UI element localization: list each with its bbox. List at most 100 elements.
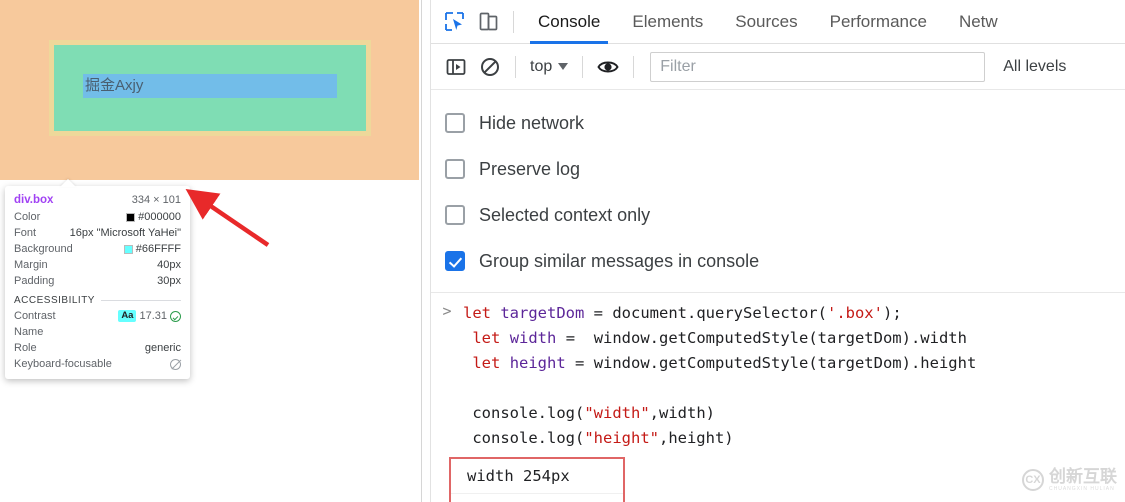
- code-var-width: width: [509, 329, 557, 347]
- tab-console-label: Console: [538, 11, 601, 31]
- inspect-color-hex: #000000: [138, 211, 181, 223]
- annotation-arrow-icon: [185, 188, 270, 247]
- chevron-down-icon: [558, 63, 569, 70]
- tab-sources-label: Sources: [735, 11, 798, 31]
- contrast-pass-check-icon: [170, 310, 181, 322]
- inspect-row-font: Font 16px "Microsoft YaHei": [14, 225, 181, 241]
- device-toolbar-icon: [479, 12, 497, 31]
- inspect-key-color: Color: [14, 211, 41, 223]
- inspect-card-header: div.box 334 × 101: [14, 192, 181, 208]
- code-string-height: "height": [584, 429, 659, 447]
- accessibility-key-role: Role: [14, 342, 37, 354]
- pane-divider[interactable]: [421, 0, 422, 502]
- code-call-log-height: console.log(: [472, 429, 585, 447]
- code-string-width: "width": [584, 404, 650, 422]
- console-sidebar-button[interactable]: [439, 50, 473, 84]
- clear-console-button[interactable]: [473, 50, 507, 84]
- console-filter-input[interactable]: Filter: [650, 51, 986, 82]
- code-tail-1: );: [882, 304, 902, 322]
- inspect-value-padding: 30px: [157, 275, 181, 287]
- inspect-element-button[interactable]: [437, 5, 471, 39]
- inspect-value-font: 16px "Microsoft YaHei": [69, 227, 181, 239]
- tab-network[interactable]: Netw: [943, 0, 1014, 44]
- color-swatch-icon: [126, 212, 136, 222]
- inspect-key-padding: Padding: [14, 275, 55, 287]
- console-input-entry[interactable]: > let targetDom = document.querySelector…: [431, 301, 1125, 451]
- console-sidebar-icon: [446, 58, 466, 75]
- accessibility-row-name: Name: [14, 324, 181, 340]
- preserve-log-label: Preserve log: [479, 158, 581, 179]
- inspect-selector: div.box: [14, 194, 54, 206]
- contrast-aa-chip: Aa: [118, 310, 137, 322]
- tab-network-label: Netw: [958, 11, 998, 31]
- code-var-targetdom: targetDom: [500, 304, 585, 322]
- screenshot-root: 掘金Axjy div.box 334 × 101 Color #000000 F…: [0, 0, 1125, 502]
- setting-selected-context-only[interactable]: Selected context only: [445, 192, 1125, 238]
- code-tail-5: ,height): [658, 429, 734, 447]
- setting-group-similar[interactable]: Group similar messages in console: [445, 238, 1125, 284]
- setting-hide-network[interactable]: Hide network: [445, 100, 1125, 146]
- inspect-row-background: Background #66FFFF: [14, 241, 181, 257]
- inspect-value-color: #000000: [126, 209, 181, 225]
- console-result-row-height: height 21px: [451, 494, 623, 502]
- not-focusable-icon: [170, 358, 181, 370]
- device-toolbar-button[interactable]: [471, 5, 505, 39]
- selected-context-only-checkbox[interactable]: [445, 205, 465, 225]
- console-prompt-icon: >: [442, 302, 452, 320]
- console-filter-toolbar: top Filter All levels: [431, 44, 1125, 90]
- hide-network-checkbox[interactable]: [445, 113, 465, 133]
- inspect-row-padding: Padding 30px: [14, 273, 181, 289]
- tab-elements-label: Elements: [632, 11, 704, 31]
- execution-context-label: top: [530, 57, 553, 75]
- element-inspect-card: div.box 334 × 101 Color #000000 Font 16p…: [5, 186, 190, 379]
- selected-context-only-label: Selected context only: [479, 204, 651, 225]
- inspect-row-margin: Margin 40px: [14, 257, 181, 273]
- devtools-tabstrip: Console Elements Sources Performance Net…: [431, 0, 1125, 44]
- console-settings-panel: Hide network Preserve log Selected conte…: [431, 90, 1125, 293]
- code-string-boxselector: '.box': [826, 304, 883, 322]
- tab-sources[interactable]: Sources: [719, 0, 813, 44]
- execution-context-dropdown[interactable]: top: [524, 58, 574, 76]
- inspect-dimensions: 334 × 101: [131, 194, 181, 206]
- highlight-text-box: 掘金Axjy: [83, 74, 337, 98]
- filterbar-separator-1: [515, 55, 516, 78]
- code-var-height: height: [509, 354, 566, 372]
- code-tail-4: ,width): [649, 404, 715, 422]
- inspect-key-font: Font: [14, 227, 37, 239]
- accessibility-key-focusable: Keyboard-focusable: [14, 358, 112, 370]
- tab-console[interactable]: Console: [522, 0, 616, 44]
- filterbar-separator-2: [582, 55, 584, 78]
- inspect-element-icon: [444, 12, 464, 31]
- console-result-box: width 254px height 21px: [449, 457, 625, 502]
- inspect-card-pointer-icon: [60, 179, 76, 187]
- group-similar-checkbox[interactable]: [445, 251, 465, 271]
- log-level-dropdown[interactable]: All levels: [1003, 58, 1066, 76]
- tab-elements[interactable]: Elements: [616, 0, 719, 44]
- inspect-value-background: #66FFFF: [123, 241, 181, 257]
- setting-preserve-log[interactable]: Preserve log: [445, 146, 1125, 192]
- contrast-ratio: 17.31: [139, 310, 167, 322]
- log-level-label: All levels: [1003, 57, 1067, 75]
- accessibility-heading-label: ACCESSIBILITY: [14, 295, 95, 306]
- filterbar-separator-3: [633, 55, 635, 78]
- result-width-label: width: [467, 467, 514, 485]
- preserve-log-checkbox[interactable]: [445, 159, 465, 179]
- code-keyword-let-1: let: [463, 304, 491, 322]
- watermark-logo-icon: CX: [1022, 469, 1044, 491]
- code-op-2: =: [556, 329, 594, 347]
- console-filter-placeholder: Filter: [660, 57, 696, 75]
- live-expression-button[interactable]: [591, 50, 625, 84]
- code-expr-1: document.querySelector(: [612, 304, 827, 322]
- watermark-text-group: 创新互联 CHUANGXIN HULIAN: [1049, 468, 1117, 492]
- page-element-text: 掘金Axjy: [85, 77, 144, 94]
- accessibility-row-contrast: Contrast Aa 17.31: [14, 308, 181, 324]
- devtools-panel: Console Elements Sources Performance Net…: [431, 0, 1125, 502]
- inspect-key-margin: Margin: [14, 259, 48, 271]
- inspect-key-background: Background: [14, 243, 73, 255]
- console-result-row-width: width 254px: [451, 459, 623, 494]
- code-op-3: =: [565, 354, 594, 372]
- watermark-subtext: CHUANGXIN HULIAN: [1049, 486, 1115, 492]
- tab-performance[interactable]: Performance: [814, 0, 943, 44]
- background-swatch-icon: [123, 244, 133, 254]
- accessibility-row-focusable: Keyboard-focusable: [14, 356, 181, 372]
